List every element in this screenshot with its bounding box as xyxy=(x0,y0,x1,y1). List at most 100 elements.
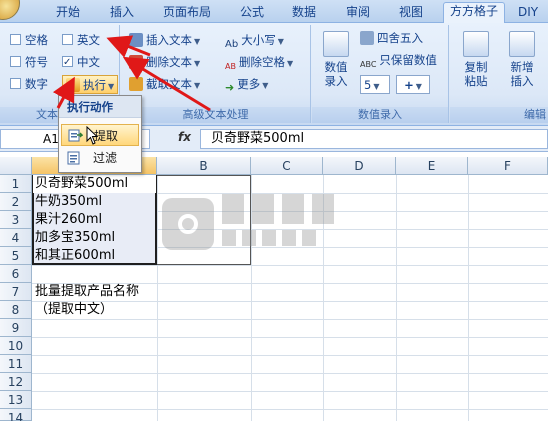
copy-paste-button[interactable]: 复制 粘贴 xyxy=(456,31,496,88)
row-header-11[interactable]: 11 xyxy=(0,355,32,373)
grid-line xyxy=(32,265,548,266)
checkbox-box xyxy=(10,78,21,89)
column-header-c[interactable]: C xyxy=(251,157,323,175)
tab-home[interactable]: 开始 xyxy=(50,4,86,23)
button-label: 删除文本 xyxy=(146,55,192,69)
insert-function-button[interactable]: fx xyxy=(178,130,191,144)
execute-icon xyxy=(66,78,80,92)
ribbon-group-value-entry: 数值 录入 四舍五入 ABC 只保留数值 5 ▼ + ▼ 数值录入 xyxy=(312,25,449,123)
chevron-down-icon: ▼ xyxy=(277,37,284,46)
row-header-13[interactable]: 13 xyxy=(0,391,32,409)
tab-review[interactable]: 审阅 xyxy=(340,4,376,23)
filter-icon xyxy=(67,151,80,165)
cell-a5[interactable]: 和其正600ml xyxy=(33,247,115,265)
row-header-8[interactable]: 8 xyxy=(0,301,32,319)
grid-line xyxy=(32,409,548,410)
row-header-5[interactable]: 5 xyxy=(0,247,32,265)
grid-line xyxy=(32,391,548,392)
row-header-12[interactable]: 12 xyxy=(0,373,32,391)
office-button[interactable] xyxy=(0,0,20,20)
chevron-down-icon: ▼ xyxy=(194,59,201,68)
row-header-14[interactable]: 14 xyxy=(0,409,32,421)
tab-page-layout[interactable]: 页面布局 xyxy=(157,4,217,23)
value-entry-icon xyxy=(323,31,349,57)
cell-a4[interactable]: 加多宝350ml xyxy=(33,229,115,247)
insert-text-button[interactable]: 插入文本 ▼ xyxy=(129,31,200,50)
checkbox-label: 中文 xyxy=(77,55,100,69)
column-header-f[interactable]: F xyxy=(468,157,548,175)
cell-a7[interactable]: 批量提取产品名称 xyxy=(33,283,139,301)
row-header-9[interactable]: 9 xyxy=(0,319,32,337)
remove-spaces-icon: AB xyxy=(225,62,236,71)
execute-button[interactable]: 执行 ▼ xyxy=(62,75,119,94)
tab-view[interactable]: 视图 xyxy=(393,4,429,23)
cell-a2[interactable]: 牛奶350ml xyxy=(33,193,102,211)
checkbox-english[interactable]: 英文 xyxy=(62,31,100,50)
row-header-10[interactable]: 10 xyxy=(0,337,32,355)
column-header-b[interactable]: B xyxy=(157,157,251,175)
tab-ffcell[interactable]: 方方格子 xyxy=(443,2,506,24)
extract-icon xyxy=(68,129,83,142)
group-label-value: 数值录入 xyxy=(312,107,448,123)
grid-line xyxy=(32,319,548,320)
checkbox-number[interactable]: 数字 xyxy=(10,75,48,94)
spreadsheet-grid[interactable]: A B C D E F 1 2 3 4 5 6 7 8 9 10 11 12 1… xyxy=(0,157,548,421)
add-operation-button[interactable]: + ▼ xyxy=(396,75,430,94)
case-button[interactable]: Ab 大小写 ▼ xyxy=(225,31,284,50)
chevron-down-icon: ▼ xyxy=(286,59,294,68)
clipboard-icon xyxy=(463,31,489,57)
checkbox-box xyxy=(10,34,21,45)
menu-item-extract[interactable]: 提取 xyxy=(61,124,139,146)
new-insert-button[interactable]: 新增 插入 xyxy=(502,31,542,88)
grid-line xyxy=(32,355,548,356)
row-header-6[interactable]: 6 xyxy=(0,265,32,283)
tab-diy[interactable]: DIY xyxy=(512,4,544,23)
tab-formulas[interactable]: 公式 xyxy=(234,4,270,23)
delete-text-button[interactable]: 删除文本 ▼ xyxy=(129,53,200,72)
group-label-edit: 编辑 xyxy=(450,107,548,123)
select-all-corner[interactable] xyxy=(0,157,32,175)
checkbox-label: 数字 xyxy=(25,77,48,91)
ribbon-group-edit: 复制 粘贴 新增 插入 编辑 xyxy=(450,25,548,123)
ribbon-tab-bar: 开始 插入 页面布局 公式 数据 审阅 视图 方方格子 DIY xyxy=(0,0,548,24)
column-header-e[interactable]: E xyxy=(396,157,468,175)
extract-text-button[interactable]: 截取文本 ▼ xyxy=(129,75,200,94)
row-header-1[interactable]: 1 xyxy=(0,175,32,193)
cell-a8[interactable]: （提取中文） xyxy=(33,301,113,319)
remove-spaces-button[interactable]: AB 删除空格 ▼ xyxy=(225,53,293,72)
checkbox-box xyxy=(62,34,73,45)
button-label: 数值 录入 xyxy=(324,60,348,88)
round-button[interactable]: 四舍五入 xyxy=(360,29,423,48)
chevron-down-icon: ▼ xyxy=(415,82,422,91)
row-header-7[interactable]: 7 xyxy=(0,283,32,301)
checkbox-box xyxy=(10,56,21,67)
execute-label: 执行 xyxy=(83,78,106,92)
button-label: 截取文本 xyxy=(146,77,192,91)
chevron-down-icon: ▼ xyxy=(262,81,269,90)
decimal-spinner[interactable]: 5 ▼ xyxy=(360,75,390,94)
grid-line xyxy=(468,175,469,421)
row-header-3[interactable]: 3 xyxy=(0,211,32,229)
formula-input[interactable]: 贝奇野菜500ml xyxy=(200,129,548,149)
more-button[interactable]: ➜ 更多 ▼ xyxy=(225,75,268,94)
menu-item-filter[interactable]: 过滤 xyxy=(61,147,139,169)
button-label: 大小写 xyxy=(241,33,276,47)
arrow-right-icon: ➜ xyxy=(225,81,235,94)
checkbox-chinese[interactable]: 中文 xyxy=(62,53,100,72)
column-header-d[interactable]: D xyxy=(323,157,396,175)
ribbon-group-advanced-text: 插入文本 ▼ 删除文本 ▼ 截取文本 ▼ Ab 大小写 ▼ AB 删除空格 ▼ ➜ 更多 ▼ 高级… xyxy=(121,25,311,123)
spinner-value: 5 xyxy=(364,78,372,92)
cell-a3[interactable]: 果汁260ml xyxy=(33,211,102,229)
cell-a1[interactable]: 贝奇野菜500ml xyxy=(33,175,156,193)
row-header-4[interactable]: 4 xyxy=(0,229,32,247)
checkbox-symbol[interactable]: 符号 xyxy=(10,53,48,72)
value-entry-button[interactable]: 数值 录入 xyxy=(318,31,354,88)
group-label-advanced: 高级文本处理 xyxy=(121,107,310,123)
row-header-2[interactable]: 2 xyxy=(0,193,32,211)
checkbox-space[interactable]: 空格 xyxy=(10,31,48,50)
tab-data[interactable]: 数据 xyxy=(286,4,322,23)
tab-insert[interactable]: 插入 xyxy=(104,4,140,23)
checkbox-label: 空格 xyxy=(25,33,48,47)
grid-line xyxy=(32,373,548,374)
keep-values-button[interactable]: ABC 只保留数值 xyxy=(360,51,437,70)
